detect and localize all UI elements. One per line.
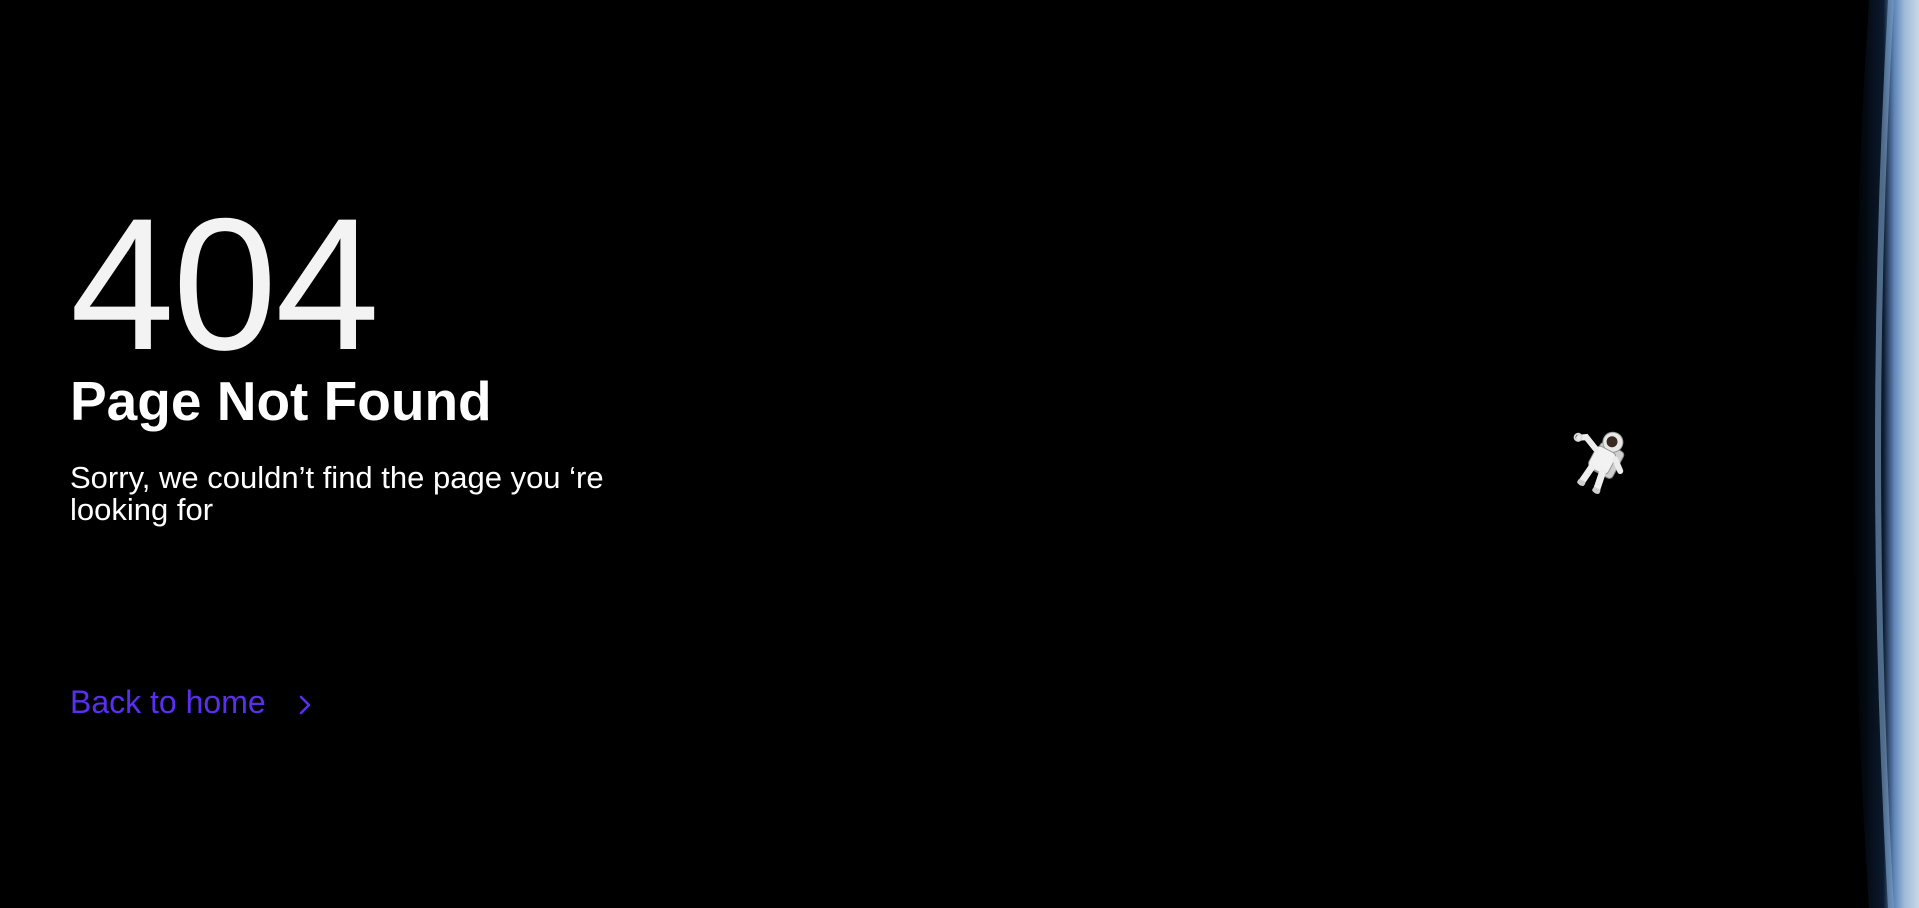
- chevron-right-icon: [284, 690, 312, 716]
- not-found-page: 404 Page Not Found Sorry, we couldn’t fi…: [0, 0, 1919, 908]
- astronaut-icon: [1552, 422, 1652, 512]
- error-code: 404: [70, 179, 380, 389]
- back-to-home-link[interactable]: Back to home: [70, 684, 312, 721]
- back-to-home-label: Back to home: [70, 684, 266, 720]
- earth-horizon-image: [1839, 0, 1919, 908]
- error-message: Sorry, we couldn’t find the page you ‘re…: [70, 460, 604, 527]
- page-title: Page Not Found: [70, 370, 492, 432]
